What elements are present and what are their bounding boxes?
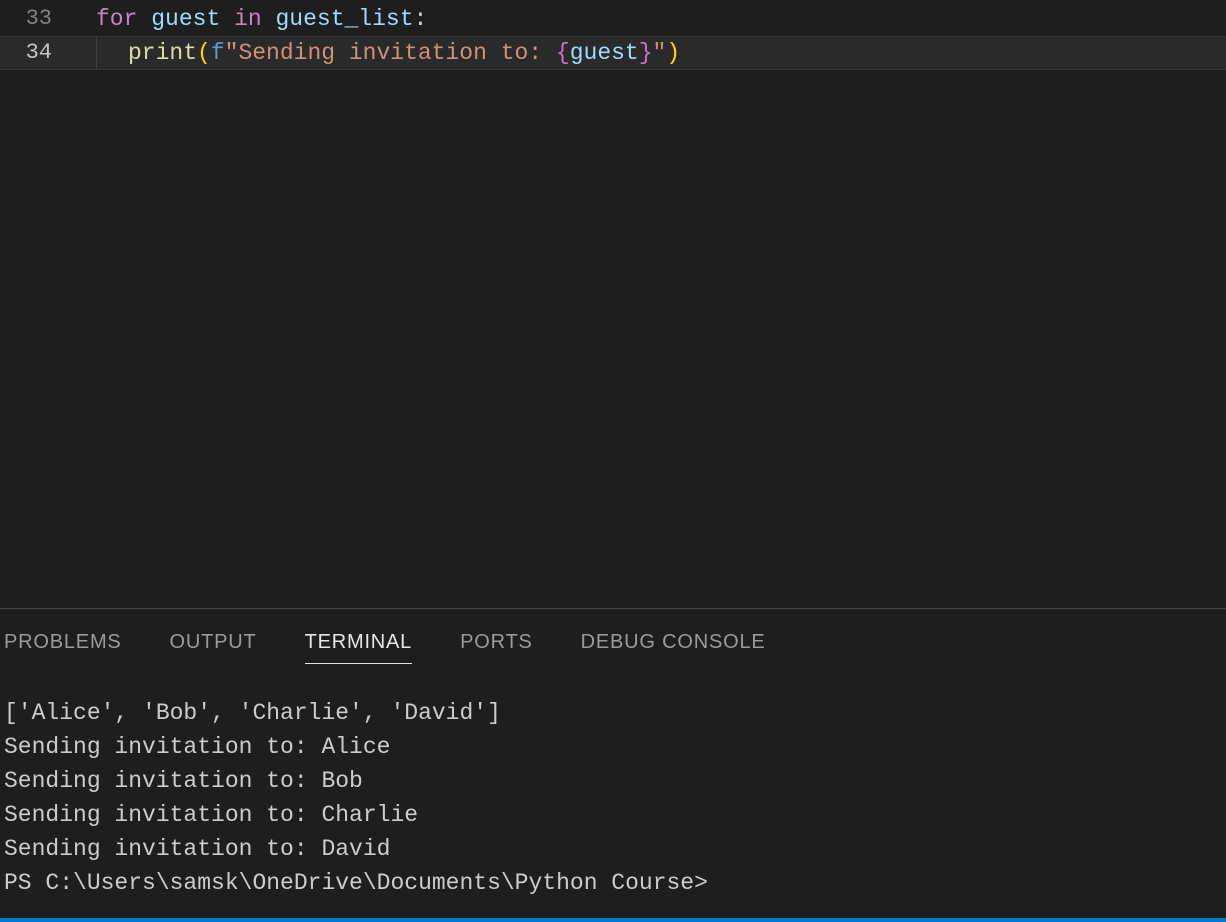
status-bar[interactable]: [0, 918, 1226, 922]
panel-tab-bar: PROBLEMS OUTPUT TERMINAL PORTS DEBUG CON…: [0, 609, 1226, 674]
keyword-in: in: [234, 6, 262, 32]
terminal-line: Sending invitation to: Charlie: [4, 798, 1222, 832]
keyword-for: for: [96, 6, 137, 32]
code-editor[interactable]: 33 for guest in guest_list: 34 print(f"S…: [0, 0, 1226, 608]
brace-close: }: [639, 40, 653, 66]
line-number: 33: [0, 2, 52, 36]
code-line[interactable]: 34 print(f"Sending invitation to: {guest…: [0, 36, 1226, 70]
terminal-line: ['Alice', 'Bob', 'Charlie', 'David']: [4, 696, 1222, 730]
fstring-prefix: f: [211, 40, 225, 66]
tab-debug-console[interactable]: DEBUG CONSOLE: [581, 627, 766, 664]
space: [262, 6, 276, 32]
terminal-line: Sending invitation to: Bob: [4, 764, 1222, 798]
string-literal: Sending invitation to:: [238, 40, 555, 66]
code-line[interactable]: 33 for guest in guest_list:: [0, 2, 1226, 36]
space: [220, 6, 234, 32]
code-content[interactable]: for guest in guest_list:: [52, 2, 427, 36]
indent-guide: [96, 36, 97, 70]
terminal-line: Sending invitation to: David: [4, 832, 1222, 866]
function-print: print: [128, 40, 197, 66]
line-number: 34: [0, 36, 52, 70]
tab-terminal[interactable]: TERMINAL: [305, 627, 413, 664]
variable-guest: guest: [151, 6, 220, 32]
tab-problems[interactable]: PROBLEMS: [4, 627, 122, 664]
bottom-panel: PROBLEMS OUTPUT TERMINAL PORTS DEBUG CON…: [0, 608, 1226, 922]
terminal-line: Sending invitation to: Alice: [4, 730, 1222, 764]
colon: :: [414, 6, 428, 32]
paren-close: ): [666, 40, 680, 66]
string-quote: ": [225, 40, 239, 66]
terminal-output[interactable]: ['Alice', 'Bob', 'Charlie', 'David']Send…: [0, 674, 1226, 922]
code-content[interactable]: print(f"Sending invitation to: {guest}"): [52, 36, 680, 70]
paren-open: (: [197, 40, 211, 66]
tab-ports[interactable]: PORTS: [460, 627, 533, 664]
brace-open: {: [556, 40, 570, 66]
string-quote: ": [653, 40, 667, 66]
variable-guest: guest: [570, 40, 639, 66]
tab-output[interactable]: OUTPUT: [170, 627, 257, 664]
variable-guest-list: guest_list: [275, 6, 413, 32]
terminal-prompt[interactable]: PS C:\Users\samsk\OneDrive\Documents\Pyt…: [4, 870, 708, 896]
space: [137, 6, 151, 32]
